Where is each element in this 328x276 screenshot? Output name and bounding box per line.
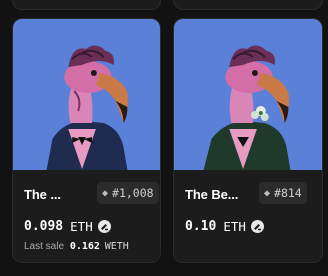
token-id: #1,008 <box>112 186 154 200</box>
bid-icon[interactable] <box>97 220 111 233</box>
diamond-icon: ◆ <box>264 187 271 199</box>
price-currency: ETH <box>70 219 93 234</box>
nft-card[interactable]: The Be... ◆ #814 0.10 ETH <box>173 18 323 263</box>
token-id-badge: ◆ #1,008 <box>97 182 159 204</box>
previous-row-card[interactable] <box>173 0 323 10</box>
token-id: #814 <box>274 186 302 200</box>
price-row: 0.098 ETH <box>24 219 111 234</box>
price-value: 0.10 <box>185 219 217 234</box>
diamond-icon: ◆ <box>102 187 109 199</box>
last-sale-currency: WETH <box>104 241 129 252</box>
last-sale-value: 0.162 <box>69 241 100 252</box>
nft-artwork[interactable] <box>13 19 160 170</box>
token-id-badge: ◆ #814 <box>259 182 307 204</box>
previous-row-card[interactable] <box>12 0 161 10</box>
nft-title[interactable]: The Be... <box>185 187 238 202</box>
price-currency: ETH <box>223 219 246 234</box>
last-sale-label: Last sale <box>24 241 65 252</box>
nft-artwork[interactable] <box>174 19 322 170</box>
bid-icon[interactable] <box>250 220 264 233</box>
price-value: 0.098 <box>24 219 64 234</box>
last-sale: Last sale 0.162 WETH <box>24 241 129 252</box>
nft-card[interactable]: The ... ◆ #1,008 0.098 ETH Last sale 0.1… <box>12 18 161 263</box>
nft-title[interactable]: The ... <box>24 187 61 202</box>
price-row: 0.10 ETH <box>185 219 264 234</box>
